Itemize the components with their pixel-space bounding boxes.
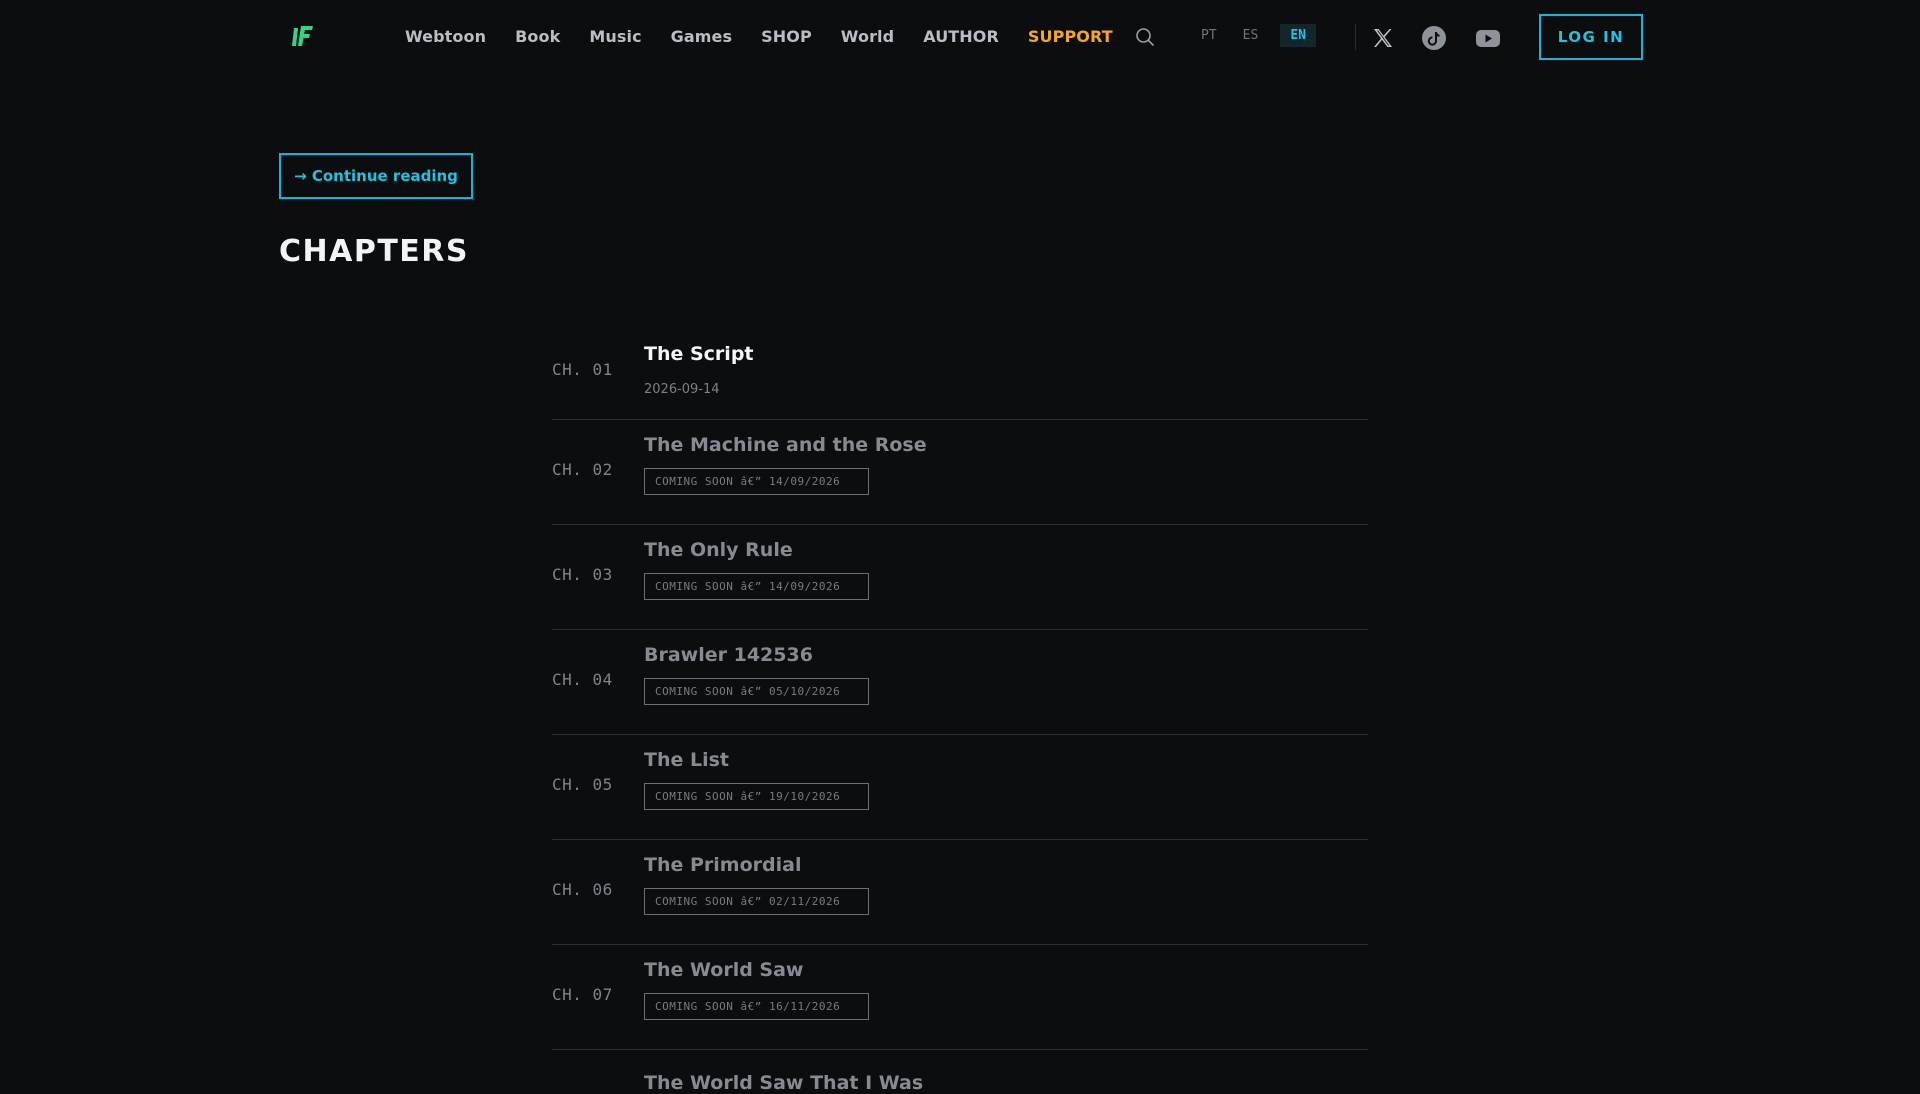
- nav-item-games[interactable]: Games: [671, 27, 732, 46]
- chapter-number: CH. 05: [552, 775, 613, 794]
- logo-icon: [292, 26, 313, 46]
- coming-soon-badge: COMING SOON â€” 14/09/2026: [644, 468, 869, 495]
- language-switcher: PT ES EN: [1197, 24, 1316, 47]
- lang-pt[interactable]: PT: [1197, 24, 1221, 47]
- nav-item-support[interactable]: SUPPORT: [1028, 27, 1113, 46]
- chapter-title[interactable]: The List: [644, 749, 729, 771]
- chapter-title[interactable]: The World Saw: [644, 959, 803, 981]
- nav-item-music[interactable]: Music: [589, 27, 641, 46]
- chapter-number: CH. 03: [552, 565, 613, 584]
- chapter-number: CH. 02: [552, 460, 613, 479]
- header-divider: [1355, 24, 1356, 50]
- top-navigation-bar: Webtoon Book Music Games SHOP World AUTH…: [0, 0, 1920, 75]
- chapter-number: CH. 04: [552, 670, 613, 689]
- main-nav: Webtoon Book Music Games SHOP World AUTH…: [405, 27, 1142, 46]
- coming-soon-badge: COMING SOON â€” 16/11/2026: [644, 993, 869, 1020]
- chapter-list: CH. 01 The Script 2026-09-14 CH. 02 The …: [552, 330, 1368, 1094]
- chapter-item[interactable]: CH. 02 The Machine and the Rose COMING S…: [552, 420, 1368, 525]
- chapter-item[interactable]: CH. 05 The List COMING SOON â€” 19/10/20…: [552, 735, 1368, 840]
- login-button[interactable]: LOG IN: [1539, 14, 1643, 60]
- chapter-number: CH. 06: [552, 880, 613, 899]
- nav-item-world[interactable]: World: [841, 27, 894, 46]
- nav-item-book[interactable]: Book: [515, 27, 560, 46]
- nav-item-shop[interactable]: SHOP: [761, 27, 812, 46]
- coming-soon-badge: COMING SOON â€” 02/11/2026: [644, 888, 869, 915]
- tiktok-icon[interactable]: [1421, 25, 1447, 51]
- chapter-title[interactable]: The Primordial: [644, 854, 801, 876]
- continue-reading-button[interactable]: → Continue reading: [279, 153, 473, 199]
- nav-item-author[interactable]: AUTHOR: [923, 27, 999, 46]
- chapter-item[interactable]: CH. 01 The Script 2026-09-14: [552, 330, 1368, 420]
- chapter-date: 2026-09-14: [644, 382, 720, 397]
- chapter-item[interactable]: CH. 07 The World Saw COMING SOON â€” 16/…: [552, 945, 1368, 1050]
- search-icon[interactable]: [1135, 27, 1155, 47]
- coming-soon-badge: COMING SOON â€” 05/10/2026: [644, 678, 869, 705]
- chapter-title[interactable]: The World Saw That I Was: [644, 1072, 923, 1094]
- nav-item-webtoon[interactable]: Webtoon: [405, 27, 486, 46]
- coming-soon-badge: COMING SOON â€” 14/09/2026: [644, 573, 869, 600]
- chapter-item[interactable]: CH. 06 The Primordial COMING SOON â€” 02…: [552, 840, 1368, 945]
- coming-soon-badge: COMING SOON â€” 19/10/2026: [644, 783, 869, 810]
- chapter-item[interactable]: CH. 03 The Only Rule COMING SOON â€” 14/…: [552, 525, 1368, 630]
- chapter-item[interactable]: The World Saw That I Was: [552, 1050, 1368, 1094]
- chapter-title[interactable]: The Script: [644, 343, 754, 365]
- x-icon[interactable]: [1370, 25, 1396, 51]
- site-logo[interactable]: [291, 22, 315, 50]
- lang-en[interactable]: EN: [1280, 24, 1316, 47]
- chapter-number: CH. 01: [552, 360, 613, 379]
- chapter-item[interactable]: CH. 04 Brawler 142536 COMING SOON â€” 05…: [552, 630, 1368, 735]
- lang-es[interactable]: ES: [1239, 24, 1263, 47]
- chapter-title[interactable]: The Only Rule: [644, 539, 793, 561]
- page-title: CHAPTERS: [279, 234, 469, 269]
- chapter-title[interactable]: The Machine and the Rose: [644, 434, 927, 456]
- chapter-number: CH. 07: [552, 985, 613, 1004]
- chapter-title[interactable]: Brawler 142536: [644, 644, 813, 666]
- youtube-icon[interactable]: [1475, 25, 1501, 51]
